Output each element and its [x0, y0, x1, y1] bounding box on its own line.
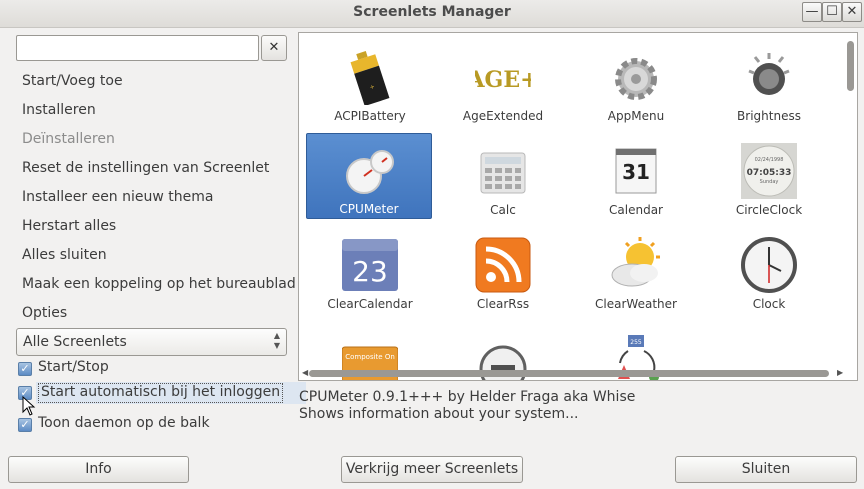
rss-icon	[475, 237, 531, 293]
cycle-number: 255	[630, 339, 642, 346]
maximize-button[interactable]: ☐	[822, 2, 842, 22]
updown-arrow-icon: ▲ ▼	[273, 331, 280, 350]
close-window-button[interactable]: ✕	[842, 2, 862, 22]
composite-text: Composite On	[345, 353, 395, 361]
scroll-right-icon[interactable]: ▶	[837, 368, 843, 377]
weather-icon	[611, 237, 660, 287]
info-button[interactable]: Info	[8, 456, 189, 483]
mouse-cursor-icon	[22, 396, 36, 416]
search-input[interactable]	[16, 35, 259, 61]
clear-calendar-icon: 23	[342, 239, 398, 291]
screenlet-icon-view[interactable]: + ACPIBattery AGE+ AgeExtended AppMenu	[298, 32, 858, 381]
action-start-add[interactable]: Start/Voeg toe	[22, 70, 123, 92]
checkbox-autostart[interactable]: ✓ Start automatisch bij het inloggen	[18, 382, 306, 404]
circle-clock-icon: 02/24/1998 07:05:33 Sunday	[741, 143, 797, 199]
filter-select[interactable]: Alle Screenlets ▲ ▼	[16, 328, 287, 356]
screenlet-description-text: Shows information about your system...	[299, 406, 579, 422]
minimize-button[interactable]: —	[802, 2, 822, 22]
screenlet-name: Calendar	[609, 203, 663, 217]
screenlet-tile[interactable]: + ACPIBattery	[307, 41, 433, 127]
close-button[interactable]: Sluiten	[675, 456, 857, 483]
action-restart-all[interactable]: Herstart alles	[22, 215, 116, 237]
calendar-day: 31	[622, 160, 650, 184]
screenlet-tile[interactable]: Brightness	[706, 41, 832, 127]
clear-calendar-day: 23	[352, 255, 388, 288]
action-uninstall: Deïnstalleren	[22, 131, 115, 147]
circle-clock-weekday: Sunday	[760, 179, 779, 185]
checkbox-label: Start/Stop	[38, 359, 109, 375]
screenlet-tile[interactable]: Calc	[440, 135, 566, 221]
screenlet-name: CPUMeter	[339, 202, 399, 216]
age-extended-icon: AGE+	[475, 67, 531, 93]
screenlet-tile[interactable]: AppMenu	[573, 41, 699, 127]
action-options[interactable]: Opties	[22, 302, 67, 324]
circle-clock-date: 02/24/1998	[755, 157, 784, 163]
screenlet-tile[interactable]: 31 Calendar	[573, 135, 699, 221]
title-bar: Screenlets Manager — ☐ ✕	[0, 0, 864, 28]
screenlet-name: Calc	[490, 203, 516, 217]
horizontal-scrollbar[interactable]	[309, 370, 829, 377]
action-install-theme[interactable]: Installeer een nieuw thema	[22, 186, 213, 208]
svg-text:AGE+: AGE+	[475, 67, 531, 93]
brightness-icon	[748, 53, 790, 95]
screenlet-tile[interactable]: AGE+ AgeExtended	[440, 41, 566, 127]
screenlet-name: ClearRss	[476, 297, 530, 311]
checkbox-label: Start automatisch bij het inloggen	[38, 383, 284, 403]
screenlet-tile[interactable]: ClearWeather	[573, 229, 699, 315]
check-icon: ✓	[18, 362, 32, 376]
screenlet-tile[interactable]: ClearRss	[440, 229, 566, 315]
action-install[interactable]: Installeren	[22, 99, 96, 121]
window-title: Screenlets Manager	[353, 4, 511, 20]
filter-select-value: Alle Screenlets	[23, 334, 127, 350]
scroll-left-icon[interactable]: ◀	[302, 368, 308, 377]
screenlet-name: ClearWeather	[595, 297, 677, 311]
screenlet-name: AgeExtended	[462, 109, 544, 123]
screenlet-tile[interactable]: 02/24/1998 07:05:33 Sunday CircleClock	[706, 135, 832, 221]
action-close-all[interactable]: Alles sluiten	[22, 244, 107, 266]
calculator-icon	[480, 152, 526, 194]
clear-icon: ✕	[268, 40, 280, 55]
action-reset-settings[interactable]: Reset de instellingen van Screenlet	[22, 157, 269, 179]
checkbox-show-daemon[interactable]: ✓ Toon daemon op de balk	[18, 414, 288, 436]
battery-icon: +	[350, 51, 390, 105]
gauge-icon	[346, 150, 394, 194]
checkbox-label: Toon daemon op de balk	[38, 415, 210, 431]
check-icon: ✓	[18, 418, 32, 432]
screenlet-name: ClearCalendar	[327, 297, 413, 311]
gear-icon	[615, 58, 657, 100]
calendar-icon: 31	[615, 148, 657, 194]
screenlet-name: AppMenu	[607, 109, 665, 123]
screenlet-name: CircleClock	[735, 203, 803, 217]
clock-icon	[741, 237, 797, 293]
clear-search-button[interactable]: ✕	[261, 35, 287, 61]
screenlet-tile-selected[interactable]: CPUMeter	[306, 133, 432, 219]
screenlet-name: Clock	[752, 297, 786, 311]
screenlet-name: Brightness	[737, 109, 801, 123]
screenlet-tile[interactable]: 23 ClearCalendar	[307, 229, 433, 315]
circle-clock-time: 07:05:33	[747, 168, 792, 178]
vertical-scrollbar[interactable]	[847, 41, 854, 91]
screenlet-description-title: CPUMeter 0.9.1+++ by Helder Fraga aka Wh…	[299, 389, 636, 405]
get-more-screenlets-button[interactable]: Verkrijg meer Screenlets	[341, 456, 523, 483]
screenlet-tile[interactable]: Clock	[706, 229, 832, 315]
checkbox-start-stop[interactable]: ✓ Start/Stop	[18, 358, 288, 380]
screenlet-name: ACPIBattery	[334, 109, 406, 123]
action-desktop-shortcut[interactable]: Maak een koppeling op het bureaublad	[22, 273, 296, 295]
